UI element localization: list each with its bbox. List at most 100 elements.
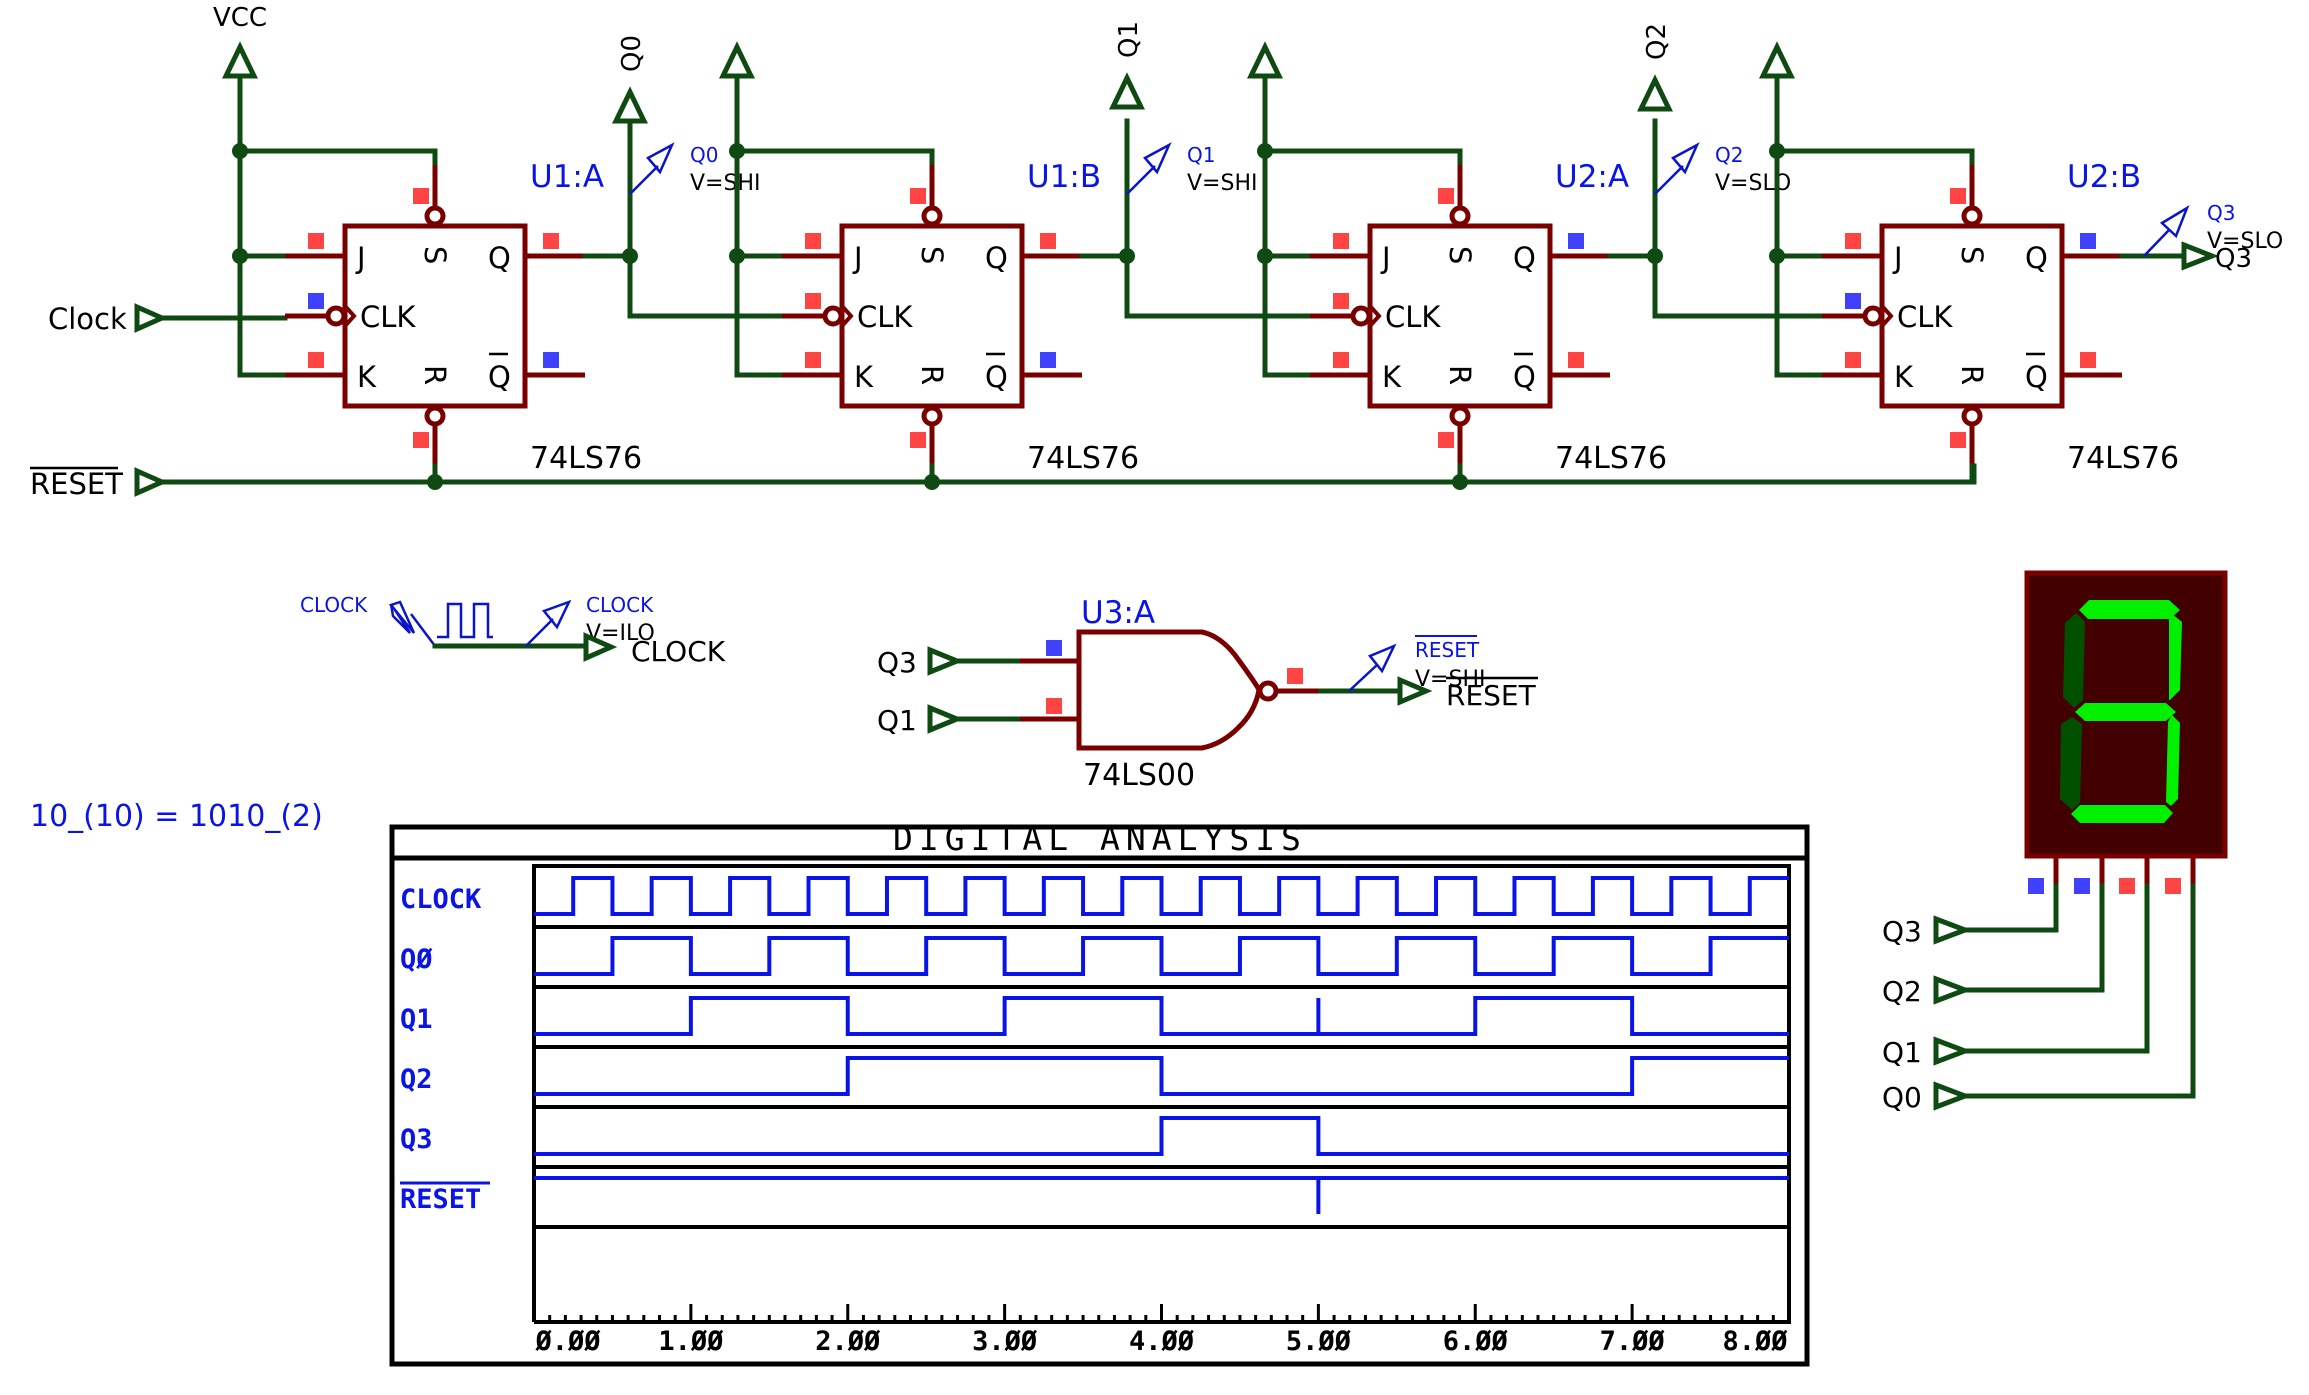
pin-label-clk: CLK — [857, 300, 913, 334]
tick-label: Ø.ØØ — [534, 1326, 601, 1357]
probe-value: V=SLO — [2207, 229, 2283, 254]
s-bubble — [424, 205, 446, 227]
pin-state-marker-j — [1333, 233, 1349, 249]
pin-label-s: S — [418, 246, 452, 264]
reset-probe-icon[interactable] — [1348, 643, 1397, 692]
wire — [1774, 148, 1975, 168]
probe-value: V=SHI — [1187, 171, 1257, 196]
nand-gate-u3a[interactable]: U3:A Q3 Q1 RESET V=SHI RESET 74LS00 — [877, 595, 1538, 793]
clock-input-terminal[interactable]: Clock — [48, 302, 169, 336]
source-arrow-icon — [388, 600, 436, 647]
pin-state-marker-r — [1950, 432, 1966, 448]
display-input-label: Q3 — [1882, 915, 1922, 948]
pin-label-q: Q — [985, 241, 1008, 275]
r-bubble — [1449, 405, 1471, 427]
clk-bubble — [1350, 305, 1372, 327]
pin-label-k: K — [357, 360, 377, 394]
probe-name: Q3 — [2207, 201, 2235, 225]
clock-terminal-label: CLOCK — [631, 635, 726, 668]
pin-label-qbar: Q — [985, 360, 1008, 394]
digital-analysis-panel: DIGITAL ANALYSIS CLOCK QØ Q1 Q2 Q3 RESET Ø.ØØ 1… — [389, 819, 1810, 1367]
clock-probe-name: CLOCK — [586, 593, 654, 617]
pin-state-marker-qbar — [543, 352, 559, 368]
segment-b — [2169, 613, 2182, 700]
probe-icon[interactable] — [629, 142, 675, 195]
r-bubble — [921, 405, 943, 427]
junction — [729, 143, 745, 159]
probe-value: V=SLO — [1715, 171, 1791, 196]
pin-state-marker — [1046, 640, 1062, 656]
tick-label: 8.ØØ — [1722, 1326, 1788, 1357]
junction — [1647, 248, 1663, 264]
binary-annotation: 10_(10) = 1010_(2) — [30, 799, 323, 834]
output-arrow-icon — [1637, 74, 1673, 112]
waveform-q2 — [534, 1056, 1789, 1096]
pin-state-marker-j — [1845, 233, 1861, 249]
pin-state-marker — [2165, 878, 2181, 894]
schematic-canvas: Clock RESET J Q CLK K Q S R U1:A 74LS76 Q0 Q0 V=SHI… — [30, 3, 2283, 1367]
analysis-plot: CLOCK QØ Q1 Q2 Q3 RESET Ø.ØØ 1.ØØ 2.ØØ 3.ØØ 4.ØØ 5.… — [400, 864, 1791, 1357]
pin-state-marker — [1046, 698, 1062, 714]
pin-state-marker-qbar — [1040, 352, 1056, 368]
input-terminal-icon — [927, 704, 964, 734]
tick-label: 1.ØØ — [658, 1326, 724, 1357]
vcc-arrow-icon — [1759, 41, 1795, 79]
display-input-label: Q1 — [1882, 1036, 1922, 1069]
tick-label: 4.ØØ — [1129, 1326, 1195, 1357]
pin-label-q: Q — [1513, 241, 1536, 275]
clk-bubble — [1862, 305, 1884, 327]
tick-label: 6.ØØ — [1443, 1326, 1509, 1357]
probe-icon[interactable] — [1654, 142, 1700, 195]
nand-part: 74LS00 — [1083, 758, 1195, 793]
vcc-label: VCC — [213, 3, 267, 33]
pin-state-marker-q — [1040, 233, 1056, 249]
junction — [924, 474, 940, 490]
reset-input-terminal[interactable]: RESET — [30, 466, 169, 501]
junction — [622, 248, 638, 264]
junction — [1257, 248, 1273, 264]
pin-label-clk: CLK — [1385, 300, 1441, 334]
pin-label-r: R — [1443, 365, 1477, 385]
pin-state-marker-q — [1568, 233, 1584, 249]
pin-state-marker-s — [413, 188, 429, 204]
clock-probe-icon[interactable] — [525, 599, 572, 647]
flipflops: J Q CLK K Q S R U1:A 74LS76 Q0 Q0 V=SHI J Q CLK K Q S R U1:… — [222, 21, 2283, 490]
junction — [729, 248, 745, 264]
input-terminal-icon — [134, 303, 169, 333]
signal-label: RESET — [400, 1184, 481, 1215]
input-terminal-icon — [927, 646, 964, 676]
clock-source-label: CLOCK — [300, 593, 368, 617]
seven-segment-display — [2024, 570, 2228, 859]
pin-label-qbar: Q — [488, 360, 511, 394]
probe-icon[interactable] — [2143, 205, 2190, 257]
probe-icon[interactable] — [1126, 142, 1172, 195]
junction — [232, 248, 248, 264]
pin-state-marker-qbar — [2080, 352, 2096, 368]
pin-label-s: S — [915, 246, 949, 264]
pin-label-qbar: Q — [1513, 360, 1536, 394]
signal-label: Q3 — [400, 1124, 433, 1155]
flipflop-part: 74LS76 — [1027, 441, 1139, 476]
pin-state-marker-k — [1333, 352, 1349, 368]
display-input-label: Q2 — [1882, 975, 1922, 1008]
wire — [1962, 883, 2105, 993]
probe-name: Q0 — [690, 143, 718, 167]
pin-label-k: K — [1894, 360, 1914, 394]
display-input-q3[interactable]: Q3 — [1882, 858, 2059, 948]
signal-label: CLOCK — [400, 884, 482, 915]
reset-input-label: RESET — [30, 467, 123, 501]
display-inputs: Q3 Q2 Q1 Q0 — [1882, 858, 2196, 1114]
segment-e — [2060, 717, 2082, 810]
tick-label: 3.ØØ — [972, 1326, 1038, 1357]
clock-generator[interactable]: CLOCK CLOCK V=ILO CLOCK — [300, 593, 726, 668]
display-input-q1[interactable]: Q1 — [1882, 858, 2150, 1069]
flipflop-u2b[interactable]: J QCLKK QSRU2:B74LS76Q3Q3V=SLO — [1759, 41, 2283, 485]
r-bubble — [1961, 405, 1983, 427]
wire — [1262, 148, 1463, 168]
pin-label-qbar: Q — [2025, 360, 2048, 394]
pulse-icon — [437, 602, 493, 639]
flipflop-ref: U1:B — [1027, 159, 1101, 195]
pin-state-marker-qbar — [1568, 352, 1584, 368]
flipflop-part: 74LS76 — [530, 441, 642, 476]
waveform-q1 — [534, 996, 1789, 1036]
